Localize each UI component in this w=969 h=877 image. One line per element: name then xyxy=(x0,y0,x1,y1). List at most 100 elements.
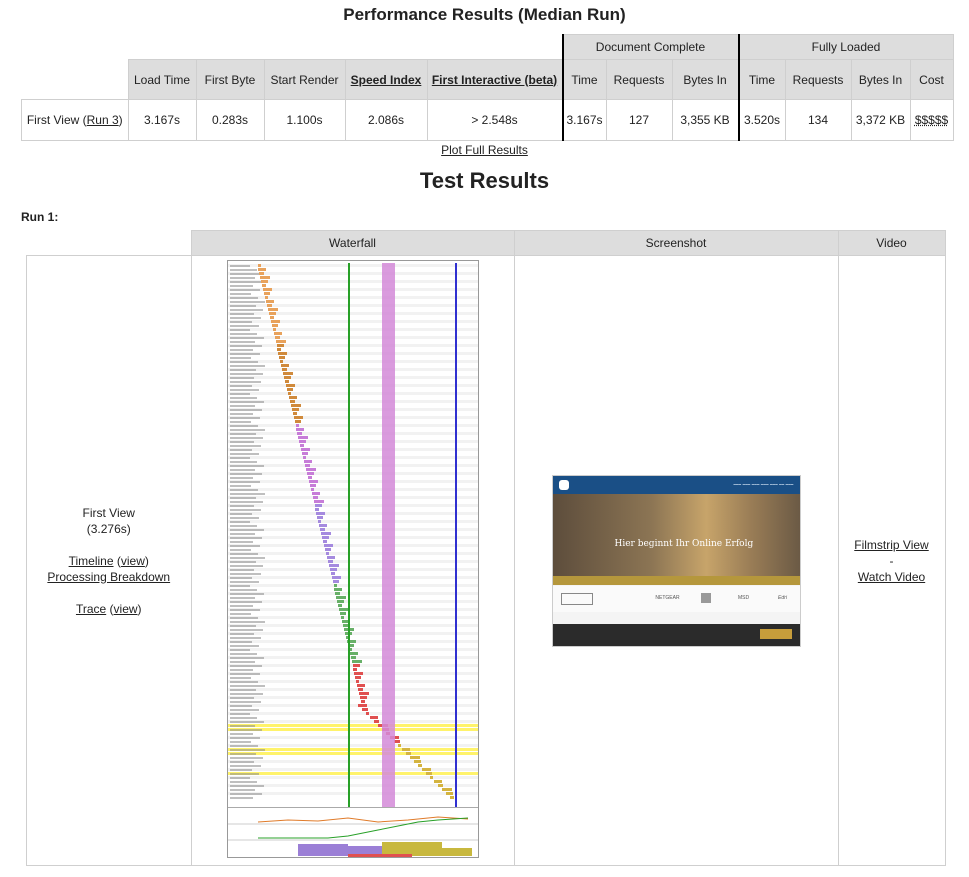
waterfall-row-label xyxy=(229,685,265,687)
timeline-view-link[interactable]: view xyxy=(121,554,145,568)
waterfall-row-label xyxy=(229,709,259,711)
plot-full-results-link[interactable]: Plot Full Results xyxy=(441,143,528,157)
waterfall-request-bar xyxy=(282,368,288,371)
screenshot-header: Screenshot xyxy=(513,230,839,256)
waterfall-row-label xyxy=(229,549,251,551)
waterfall-row-label xyxy=(229,325,259,327)
screenshot-image[interactable]: ━━━ ━━━ ━━━ ━━━ ━━━ ━━ ━━━ Hier beginnt … xyxy=(551,474,801,647)
waterfall-row-label xyxy=(229,317,261,319)
waterfall-row xyxy=(227,416,478,419)
waterfall-request-bar xyxy=(317,516,324,519)
waterfall-rows xyxy=(227,261,478,807)
site-hero: Hier beginnt Ihr Online Erfolg xyxy=(552,493,800,576)
waterfall-request-bar xyxy=(276,344,284,347)
waterfall-request-bar xyxy=(334,588,343,591)
waterfall-request-bar xyxy=(401,748,410,751)
first-view-time: (3.276s) xyxy=(86,521,131,536)
waterfall-row xyxy=(228,364,478,367)
waterfall-request-bar xyxy=(331,576,341,579)
first-interactive-link[interactable]: First Interactive (beta) xyxy=(432,73,557,87)
waterfall-row-label xyxy=(229,689,256,691)
trace-view-link[interactable]: view xyxy=(114,602,138,616)
waterfall-row-label xyxy=(229,609,260,611)
watch-video-link[interactable]: Watch Video xyxy=(858,570,925,584)
waterfall-row-label xyxy=(229,701,261,703)
processing-breakdown-link[interactable]: Processing Breakdown xyxy=(47,570,170,584)
doc-bytes-header: Bytes In xyxy=(671,59,739,100)
waterfall-row-label xyxy=(229,729,262,731)
waterfall-row xyxy=(228,548,478,551)
waterfall-row-label xyxy=(229,417,260,419)
waterfall-row-label xyxy=(229,341,255,343)
waterfall-row xyxy=(227,456,478,459)
waterfall-row xyxy=(227,312,478,315)
waterfall-row xyxy=(227,408,478,411)
waterfall-row xyxy=(228,356,478,359)
waterfall-row xyxy=(228,484,478,487)
waterfall-request-bar xyxy=(261,280,269,283)
waterfall-request-bar xyxy=(270,320,280,323)
waterfall-request-bar xyxy=(326,556,335,559)
waterfall-row-label xyxy=(229,545,260,547)
waterfall-row xyxy=(228,684,478,687)
waterfall-request-bar xyxy=(311,492,320,495)
waterfall-graphs xyxy=(227,807,478,857)
waterfall-row-label xyxy=(229,505,254,507)
waterfall-row xyxy=(227,528,478,531)
waterfall-row-label xyxy=(229,465,264,467)
waterfall-row-label xyxy=(229,569,254,571)
waterfall-row-label xyxy=(229,521,250,523)
utilization-graph xyxy=(227,808,478,857)
cost-link[interactable]: $$$$$ xyxy=(915,113,948,127)
waterfall-row-label xyxy=(229,369,256,371)
waterfall-row xyxy=(228,764,478,767)
run-3-link[interactable]: Run 3 xyxy=(87,113,119,127)
performance-title: Performance Results (Median Run) xyxy=(343,5,626,24)
document-complete-header: Document Complete xyxy=(561,34,739,60)
timeline-link[interactable]: Timeline xyxy=(69,554,114,568)
waterfall-request-bar xyxy=(272,328,276,331)
waterfall-row-label xyxy=(229,405,255,407)
waterfall-row-label xyxy=(229,733,253,735)
waterfall-row xyxy=(228,476,478,479)
waterfall-row xyxy=(228,284,478,287)
waterfall-request-bar xyxy=(274,336,280,339)
waterfall-row-label xyxy=(229,785,264,787)
waterfall-request-bar xyxy=(338,604,343,607)
partner-logo-4 xyxy=(700,592,711,603)
waterfall-row xyxy=(227,472,478,475)
waterfall-row-label xyxy=(229,401,264,403)
fl-requests-header: Requests xyxy=(784,59,852,100)
waterfall-row-label xyxy=(229,697,254,699)
waterfall-row xyxy=(227,744,478,747)
waterfall-row-label xyxy=(229,525,257,527)
waterfall-row xyxy=(227,568,478,571)
filmstrip-view-link[interactable]: Filmstrip View xyxy=(854,538,928,552)
waterfall-request-bar xyxy=(307,476,312,479)
waterfall-row-label xyxy=(229,581,259,583)
waterfall-request-bar xyxy=(433,780,442,783)
doc-time-header: Time xyxy=(561,59,607,100)
waterfall-row-label xyxy=(229,513,252,515)
waterfall-row xyxy=(228,668,478,671)
doc-requests-header: Requests xyxy=(605,59,673,100)
waterfall-row-label xyxy=(229,529,264,531)
waterfall-request-bar xyxy=(322,536,330,539)
waterfall-row-label xyxy=(229,461,257,463)
waterfall-request-bar xyxy=(449,796,454,799)
waterfall-row xyxy=(228,676,478,679)
waterfall-image[interactable] xyxy=(226,260,479,858)
waterfall-row-label xyxy=(229,681,258,683)
start-render-header: Start Render xyxy=(263,59,346,100)
waterfall-row-label xyxy=(229,653,257,655)
waterfall-row-label xyxy=(229,517,259,519)
waterfall-header: Waterfall xyxy=(190,230,515,256)
waterfall-row xyxy=(228,500,478,503)
waterfall-row-label xyxy=(229,441,254,443)
waterfall-request-bar xyxy=(266,300,275,303)
trace-link[interactable]: Trace xyxy=(76,602,106,616)
speed-index-link[interactable]: Speed Index xyxy=(351,73,422,87)
waterfall-row-label xyxy=(229,489,258,491)
waterfall-row xyxy=(227,752,478,755)
waterfall-row xyxy=(228,420,478,423)
